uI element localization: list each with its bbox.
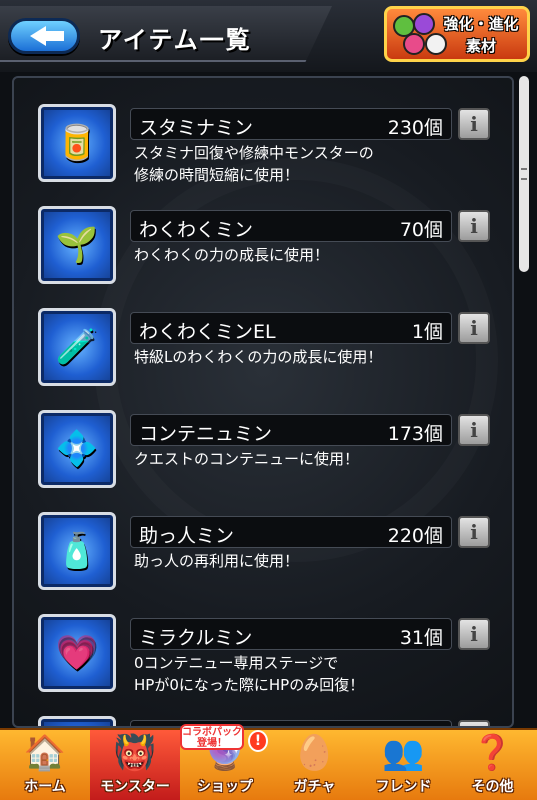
scrollbar-thumb[interactable] — [519, 76, 529, 272]
sprout-bottle-el-icon: 🧪 — [55, 327, 99, 367]
item-name-bar: ミラクルミン 31個 — [130, 618, 452, 650]
item-icon-button[interactable]: 💗 — [38, 614, 116, 692]
back-button[interactable] — [8, 18, 80, 54]
item-name: わくわくミン — [139, 219, 254, 241]
item-description: 助っ人の再利用に使用！ — [134, 550, 454, 572]
item-name: スタミナミン — [139, 117, 254, 139]
item-name-bar: コンテニュミン 173個 — [130, 414, 452, 446]
home-icon: 🏠 — [23, 733, 67, 773]
item-name-bar — [130, 720, 452, 726]
item-count: 70個 — [399, 219, 443, 241]
nav-home-label: ホーム — [24, 779, 66, 795]
list-item: 🥫 スタミナミン 230個 i スタミナ回復や修練中モンスターの 修練の時間短縮… — [14, 78, 512, 184]
collab-pack-badge: コラボパック登場！ — [180, 724, 244, 750]
gacha-egg-icon: 🥚 — [293, 733, 336, 773]
item-description: わくわくの力の成長に使用！ — [134, 244, 454, 266]
list-item: 🧴 助っ人ミン 220個 i 助っ人の再利用に使用！ — [14, 486, 512, 590]
item-count: 31個 — [399, 627, 443, 649]
info-button[interactable]: i — [458, 312, 490, 344]
alert-badge: ! — [248, 730, 268, 752]
item-description-line: 0コンテニュー専用ステージで — [134, 654, 339, 672]
nav-monster[interactable]: 👹 モンスター — [90, 730, 180, 800]
item-description: 特級Lのわくわくの力の成長に使用！ — [134, 346, 454, 368]
nav-other[interactable]: ❓ その他 — [448, 730, 537, 800]
page-title: アイテム一覧 — [98, 26, 252, 54]
item-name: コンテニュミン — [139, 423, 273, 445]
scrollbar[interactable] — [519, 76, 529, 728]
info-icon: i — [470, 316, 478, 340]
list-item: 💗 ミラクルミン 31個 i 0コンテニュー専用ステージで HPが0になった際に… — [14, 588, 512, 694]
miracle-heart-potion-icon: 💗 — [55, 633, 99, 673]
nav-other-label: その他 — [471, 779, 514, 795]
list-item: i — [14, 690, 512, 726]
item-name: ミラクルミン — [139, 627, 253, 649]
list-item: 💠 コンテニュミン 173個 i クエストのコンテニューに使用！ — [14, 384, 512, 488]
item-description-line: クエストのコンテニューに使用！ — [134, 450, 360, 468]
item-count: 230個 — [387, 117, 443, 139]
monster-icon: 👹 — [113, 733, 157, 773]
nav-friend-label: フレンド — [375, 779, 432, 795]
item-description-line: 助っ人の再利用に使用！ — [134, 552, 300, 570]
info-icon: i — [470, 112, 478, 136]
grip-icon — [521, 168, 527, 180]
item-name: 助っ人ミン — [139, 525, 235, 547]
item-name-bar: わくわくミン 70個 — [130, 210, 452, 242]
item-list[interactable]: 🥫 スタミナミン 230個 i スタミナ回復や修練中モンスターの 修練の時間短縮… — [12, 76, 514, 728]
item-name-bar: わくわくミンEL 1個 — [130, 312, 452, 344]
item-icon-button[interactable]: 🧪 — [38, 308, 116, 386]
item-description-line: 特級Lのわくわくの力の成長に使用！ — [134, 348, 383, 366]
item-name-bar: 助っ人ミン 220個 — [130, 516, 452, 548]
nav-gacha[interactable]: 🥚 ガチャ — [270, 730, 359, 800]
item-description-line: わくわくの力の成長に使用！ — [134, 246, 330, 264]
header-bar: アイテム一覧 強化・進化 素材 — [0, 0, 537, 72]
nav-gacha-label: ガチャ — [293, 779, 336, 795]
item-description: クエストのコンテニューに使用！ — [134, 448, 454, 470]
helper-bottle-icon: 🧴 — [55, 531, 99, 571]
item-description-line: スタミナ回復や修練中モンスターの — [134, 144, 374, 162]
item-name-bar: スタミナミン 230個 — [130, 108, 452, 140]
item-icon-button[interactable]: 🌱 — [38, 206, 116, 284]
item-name: わくわくミンEL — [139, 321, 276, 343]
item-icon-button[interactable]: 🥫 — [38, 104, 116, 182]
evolve-material-icon — [391, 13, 447, 57]
bottom-nav: 🏠 ホーム 👹 モンスター 🔮 ショップ 🥚 ガチャ 👥 フレンド ❓ その他 — [0, 728, 537, 800]
item-count: 220個 — [387, 525, 443, 547]
sprout-bottle-icon: 🌱 — [55, 225, 99, 265]
info-button[interactable]: i — [458, 414, 490, 446]
evolve-label-line1: 強化・進化 — [443, 15, 519, 33]
continue-potion-icon: 💠 — [55, 429, 99, 469]
info-button[interactable]: i — [458, 210, 490, 242]
info-icon: i — [470, 520, 478, 544]
question-diamond-icon: ❓ — [471, 733, 514, 773]
list-item: 🧪 わくわくミンEL 1個 i 特級Lのわくわくの力の成長に使用！ — [14, 282, 512, 386]
evolve-label-line2: 素材 — [465, 37, 496, 55]
info-button[interactable]: i — [458, 720, 490, 726]
info-button[interactable]: i — [458, 516, 490, 548]
info-icon: i — [470, 214, 478, 238]
info-button[interactable]: i — [458, 618, 490, 650]
info-button[interactable]: i — [458, 108, 490, 140]
item-count: 173個 — [387, 423, 443, 445]
evolve-material-button[interactable]: 強化・進化 素材 — [384, 6, 530, 62]
item-icon-button[interactable]: 🧴 — [38, 512, 116, 590]
item-count: 1個 — [411, 321, 443, 343]
back-arrow-icon — [30, 26, 64, 46]
item-icon-button[interactable]: 💠 — [38, 410, 116, 488]
nav-monster-label: モンスター — [100, 779, 170, 795]
info-icon: i — [470, 418, 478, 442]
friends-icon: 👥 — [382, 733, 425, 773]
nav-home[interactable]: 🏠 ホーム — [0, 730, 90, 800]
item-icon-button[interactable] — [38, 716, 116, 726]
list-item: 🌱 わくわくミン 70個 i わくわくの力の成長に使用！ — [14, 180, 512, 284]
nav-friend[interactable]: 👥 フレンド — [359, 730, 448, 800]
nav-shop-label: ショップ — [197, 779, 253, 795]
info-icon: i — [470, 622, 478, 646]
stamina-can-icon: 🥫 — [55, 123, 99, 163]
